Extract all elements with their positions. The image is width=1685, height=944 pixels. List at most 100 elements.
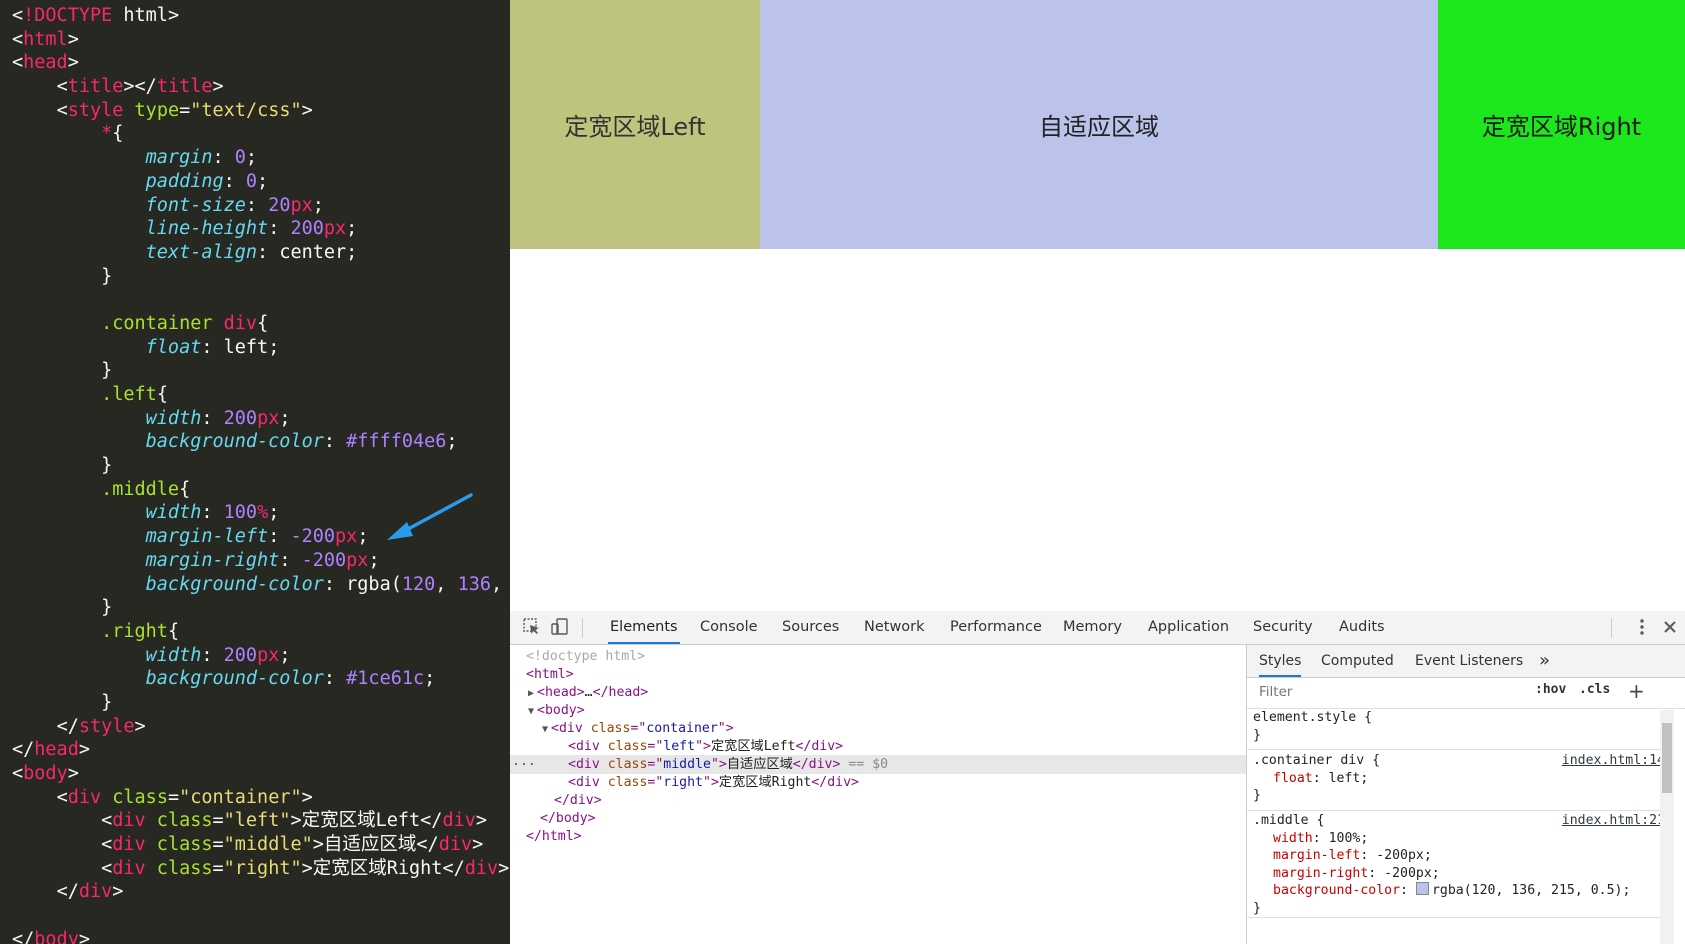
code-token: ; (268, 502, 280, 524)
code-token: body (23, 763, 68, 784)
devtools-panel: Elements Console Sources Network Perform… (510, 611, 1685, 944)
tab-memory[interactable]: Memory (1061, 611, 1124, 644)
dom-tree[interactable]: <!doctype html> <html> ▶ <head>…</head> ▼ <bo… (510, 645, 1246, 944)
code-token: > (301, 857, 313, 879)
new-style-rule-button[interactable]: + (1628, 679, 1645, 703)
dom-token: class (607, 757, 648, 772)
dom-node[interactable]: </html> (510, 827, 1246, 846)
dom-node-selected[interactable]: <div class="middle">自适应区域</div> == $0... (510, 752, 1246, 774)
class-toggle[interactable]: .cls (1579, 682, 1610, 697)
code-token: 0 (234, 147, 246, 169)
tab-security[interactable]: Security (1251, 611, 1315, 644)
code-token: > (78, 739, 90, 761)
dom-node[interactable]: ▼ <div class="container"> (510, 719, 1246, 738)
code-token: > (472, 834, 484, 856)
property-value[interactable]: -200px; (1376, 848, 1432, 863)
dom-node[interactable]: ▶ <head>…</head> (510, 683, 1246, 702)
property-value[interactable]: rgba(120, 136, 215, 0.5); (1432, 883, 1631, 898)
style-property[interactable]: margin-left: -200px; (1247, 847, 1665, 865)
subtab-styles[interactable]: Styles (1259, 645, 1302, 677)
property-name[interactable]: float (1273, 771, 1313, 786)
property-value[interactable]: -200px; (1384, 866, 1440, 881)
property-name[interactable]: background-color (1273, 883, 1400, 898)
style-property[interactable]: margin-right: -200px; (1247, 865, 1665, 883)
code-token: > (167, 5, 180, 26)
styles-filter-input[interactable] (1255, 682, 1531, 702)
subtab-computed[interactable]: Computed (1321, 645, 1394, 677)
expand-triangle-icon[interactable]: ▶ (528, 688, 534, 699)
code-line: } (12, 359, 510, 383)
dom-node[interactable]: ▼ <body> (510, 701, 1246, 720)
styles-scrollbar[interactable] (1660, 710, 1674, 944)
color-swatch-icon[interactable] (1415, 882, 1429, 895)
property-value[interactable]: 100%; (1329, 831, 1369, 846)
style-property[interactable]: float: left; (1247, 770, 1665, 788)
code-token: style (67, 99, 124, 121)
code-token: .middle (101, 478, 180, 500)
code-token: width (145, 644, 202, 666)
right-fixed-box: 定宽区域Right (1438, 0, 1685, 249)
property-name[interactable]: margin-left (1273, 848, 1360, 863)
code-token: < (56, 99, 68, 121)
hover-state-toggle[interactable]: :hov (1535, 682, 1566, 697)
dom-node[interactable]: </div> (510, 791, 1246, 810)
tab-network[interactable]: Network (862, 611, 927, 644)
tab-console[interactable]: Console (698, 611, 760, 644)
dom-node[interactable]: </body> (510, 809, 1246, 828)
dom-node[interactable]: <html> (510, 665, 1246, 684)
tab-performance[interactable]: Performance (948, 611, 1044, 644)
code-token: } (101, 691, 113, 713)
dom-token: </head> (592, 685, 649, 700)
more-options-icon[interactable] (1632, 617, 1654, 637)
node-actions-icon[interactable]: ... (512, 752, 536, 771)
property-value[interactable]: left; (1329, 771, 1369, 786)
code-token: : (223, 170, 246, 192)
tab-application[interactable]: Application (1146, 611, 1231, 644)
middle-adaptive-box: 自适应区域 (760, 0, 1438, 249)
code-token: div (438, 834, 473, 856)
dom-token: </div> (795, 739, 844, 754)
code-token: px (323, 218, 347, 240)
inspect-element-icon[interactable] (522, 617, 544, 637)
code-line: line-height: 200px; (12, 217, 510, 241)
more-tabs-icon[interactable]: » (1539, 645, 1550, 677)
expand-triangle-icon[interactable]: ▼ (528, 706, 534, 717)
code-token: : (257, 241, 280, 263)
dom-node[interactable]: <!doctype html> (510, 647, 1246, 666)
code-token: .left (101, 384, 157, 405)
property-name[interactable]: margin-right (1273, 866, 1368, 881)
code-area[interactable]: <!DOCTYPE html> <html> <head> <title></tit… (12, 4, 510, 944)
tab-elements[interactable]: Elements (608, 611, 680, 644)
tab-audits[interactable]: Audits (1337, 611, 1387, 644)
style-property[interactable]: background-color: rgba(120, 136, 215, 0.… (1247, 882, 1665, 900)
container-rule-source-link[interactable]: index.html:14 (1562, 752, 1665, 770)
expand-triangle-icon[interactable]: ▼ (542, 724, 548, 735)
code-token: 定宽区域Right (312, 857, 443, 879)
code-editor[interactable]: <!DOCTYPE html> <html> <head> <title></tit… (0, 0, 510, 944)
style-property[interactable]: width: 100%; (1247, 830, 1665, 848)
close-icon[interactable] (1660, 617, 1682, 637)
toolbar-separator (582, 618, 583, 638)
property-name[interactable]: width (1273, 831, 1313, 846)
subtab-event-listeners[interactable]: Event Listeners (1415, 645, 1523, 677)
tab-sources[interactable]: Sources (780, 611, 841, 644)
device-toolbar-icon[interactable] (550, 617, 572, 637)
dom-token: middle (663, 757, 711, 772)
code-token: = (212, 857, 224, 879)
dom-node[interactable]: <div class="right">定宽区域Right</div> (510, 773, 1246, 792)
scrollbar-thumb[interactable] (1662, 723, 1672, 793)
code-token: class (145, 857, 213, 879)
middle-rule-source-link[interactable]: index.html:21 (1562, 812, 1665, 830)
code-token: ; (312, 194, 324, 216)
code-token: px (346, 549, 369, 571)
dom-node[interactable]: <div class="left">定宽区域Left</div> (510, 737, 1246, 756)
code-token: } (101, 265, 113, 287)
